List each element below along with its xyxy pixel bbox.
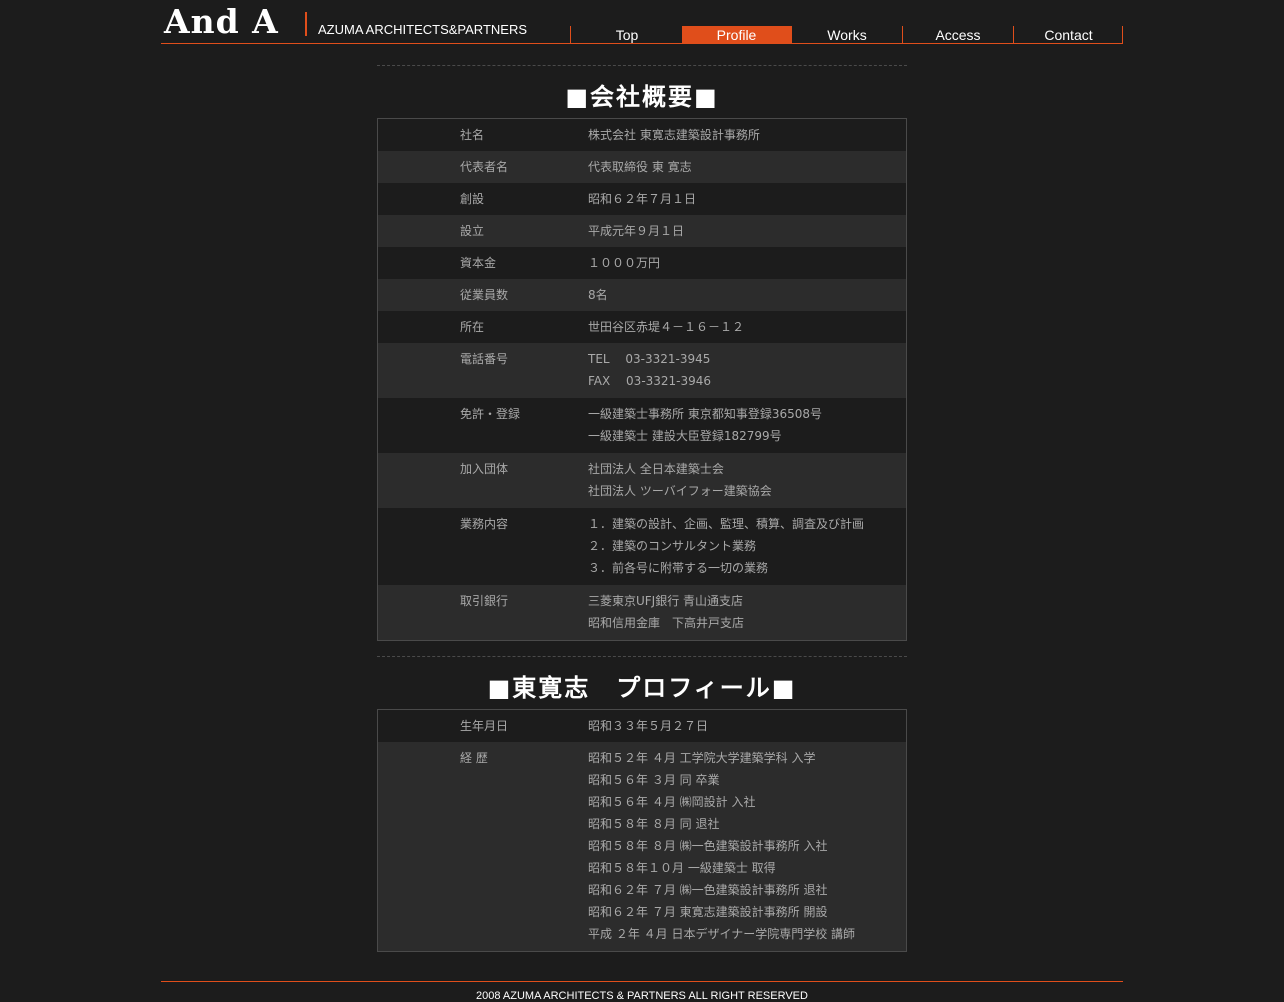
logo[interactable]: And A <box>164 2 279 41</box>
row-value: 三菱東京UFJ銀行 青山通支店 <box>588 594 744 608</box>
row-label: 取引銀行 <box>460 594 509 608</box>
row-value: ３．前各号に附帯する一切の業務 <box>588 561 769 575</box>
row-value: 一級建築士 建設大臣登録182799号 <box>588 429 782 443</box>
section-divider <box>377 656 907 657</box>
row-label: 業務内容 <box>460 517 509 531</box>
row-values: １０００万円 <box>588 254 660 273</box>
row-value: 平成元年９月１日 <box>588 224 685 238</box>
table-row: 社名 株式会社 東寛志建築設計事務所 <box>378 119 906 151</box>
header-rule <box>161 43 1123 44</box>
row-values: １．建築の設計、企画、監理、積算、調査及び計画 ２．建築のコンサルタント業務 ３．前… <box>588 513 864 579</box>
table-row: 所在 世田谷区赤堤４－１６－１２ <box>378 311 906 343</box>
row-value: 8名 <box>588 288 608 302</box>
row-label: 所在 <box>460 320 485 334</box>
table-row: 加入団体 社団法人 全日本建築士会社団法人 ツーバイフォー建築協会 <box>378 453 906 508</box>
table-row: 創設 昭和６２年７月１日 <box>378 183 906 215</box>
nav-end-divider <box>1122 26 1123 44</box>
row-label: 従業員数 <box>460 288 509 302</box>
row-values: 昭和６２年７月１日 <box>588 190 696 209</box>
table-row: 従業員数 8名 <box>378 279 906 311</box>
row-value: 代表取締役 東 寛志 <box>588 160 692 174</box>
table-row: 業務内容 １．建築の設計、企画、監理、積算、調査及び計画 ２．建築のコンサルタント業… <box>378 508 906 585</box>
logo-divider <box>305 12 307 36</box>
row-value: 一級建築士事務所 東京都知事登録36508号 <box>588 407 822 421</box>
row-values: 代表取締役 東 寛志 <box>588 158 692 177</box>
row-value: 昭和５８年 ８月 同 退社 <box>588 817 720 831</box>
nav-profile[interactable]: Profile <box>682 26 791 44</box>
row-values: 昭和３３年５月２７日 <box>588 717 708 736</box>
row-value: 昭和５８年１０月 一級建築士 取得 <box>588 861 776 875</box>
row-value: 昭和５２年 ４月 工学院大学建築学科 入学 <box>588 751 816 765</box>
row-values: TEL 03-3321-3945 FAX 03-3321-3946 <box>588 348 711 392</box>
table-row: 資本金 １０００万円 <box>378 247 906 279</box>
row-value: 昭和３３年５月２７日 <box>588 719 709 733</box>
table-row: 代表者名 代表取締役 東 寛志 <box>378 151 906 183</box>
copyright: 2008 AZUMA ARCHITECTS & PARTNERS ALL RIG… <box>476 990 808 1002</box>
nav-works[interactable]: Works <box>791 26 902 44</box>
row-value: 平成 ２年 ４月 日本デザイナー学院専門学校 講師 <box>588 927 856 941</box>
row-values: 8名 <box>588 286 608 305</box>
table-row: 取引銀行 三菱東京UFJ銀行 青山通支店 昭和信用金庫 下高井戸支店 <box>378 585 906 640</box>
row-label: 設立 <box>460 224 485 238</box>
row-value: ２．建築のコンサルタント業務 <box>588 539 757 553</box>
table-row: 経 歴昭和５２年 ４月 工学院大学建築学科 入学 昭和５６年 ３月 同 卒業 昭和５… <box>378 742 906 951</box>
section-divider <box>377 65 907 66</box>
row-value: 世田谷区赤堤４－１６－１２ <box>588 320 745 334</box>
row-value: 昭和５６年 ４月 ㈱岡設計 入社 <box>588 795 756 809</box>
row-value: １．建築の設計、企画、監理、積算、調査及び計画 <box>588 517 865 531</box>
table-row: 生年月日 昭和３３年５月２７日 <box>378 710 906 742</box>
main-nav: Top Profile Works Access Contact <box>570 26 1123 44</box>
row-label: 資本金 <box>460 256 497 270</box>
row-label: 代表者名 <box>460 160 509 174</box>
row-values: 一級建築士事務所 東京都知事登録36508号 一級建築士 建設大臣登録182799… <box>588 403 822 447</box>
row-label: 生年月日 <box>460 719 509 733</box>
row-values: 社団法人 全日本建築士会社団法人 ツーバイフォー建築協会 <box>588 458 772 502</box>
row-value: 昭和６２年７月１日 <box>588 192 697 206</box>
footer-rule <box>161 981 1123 982</box>
row-label: 社名 <box>460 128 485 142</box>
row-label: 経 歴 <box>460 751 488 765</box>
row-label: 電話番号 <box>460 352 509 366</box>
row-value: 昭和信用金庫 下高井戸支店 <box>588 616 745 630</box>
row-value: 株式会社 東寛志建築設計事務所 <box>588 128 760 142</box>
row-values: 平成元年９月１日 <box>588 222 684 241</box>
company-overview-title: ■会社概要■ <box>565 83 719 111</box>
company-info-table: 社名 株式会社 東寛志建築設計事務所代表者名 代表取締役 東 寛志創設 昭和６２年７月… <box>377 118 907 641</box>
nav-access[interactable]: Access <box>902 26 1013 44</box>
row-value: 昭和６２年 ７月 ㈱一色建築設計事務所 退社 <box>588 883 828 897</box>
table-row: 設立 平成元年９月１日 <box>378 215 906 247</box>
row-label: 免許・登録 <box>460 407 521 421</box>
row-value: FAX 03-3321-3946 <box>588 374 712 388</box>
row-values: 昭和５２年 ４月 工学院大学建築学科 入学 昭和５６年 ３月 同 卒業昭和５６年 … <box>588 747 855 945</box>
row-value: 昭和６２年 ７月 東寛志建築設計事務所 開設 <box>588 905 828 919</box>
row-value: １０００万円 <box>588 256 661 270</box>
company-tagline: AZUMA ARCHITECTS&PARTNERS <box>318 22 527 37</box>
nav-top[interactable]: Top <box>570 26 683 44</box>
row-value: 社団法人 ツーバイフォー建築協会 <box>588 484 772 498</box>
table-row: 免許・登録 一級建築士事務所 東京都知事登録36508号 一級建築士 建設大臣登録1… <box>378 398 906 453</box>
row-value: 社団法人 全日本建築士会 <box>588 462 724 476</box>
row-values: 株式会社 東寛志建築設計事務所 <box>588 126 760 145</box>
row-value: 昭和５６年 ３月 同 卒業 <box>588 773 720 787</box>
row-values: 世田谷区赤堤４－１６－１２ <box>588 318 744 337</box>
nav-contact[interactable]: Contact <box>1013 26 1123 44</box>
profile-title: ■東寛志 プロフィール■ <box>487 674 797 702</box>
row-values: 三菱東京UFJ銀行 青山通支店 昭和信用金庫 下高井戸支店 <box>588 590 744 634</box>
profile-table: 生年月日 昭和３３年５月２７日経 歴 昭和５２年 ４月 工学院大学建築学科 入学 昭和… <box>377 709 907 952</box>
row-label: 加入団体 <box>460 462 509 476</box>
row-value: 昭和５８年 ８月 ㈱一色建築設計事務所 入社 <box>588 839 828 853</box>
row-value: TEL 03-3321-3945 <box>588 352 711 366</box>
table-row: 電話番号 TEL 03-3321-3945 FAX 03-3321-3946 <box>378 343 906 398</box>
row-label: 創設 <box>460 192 485 206</box>
